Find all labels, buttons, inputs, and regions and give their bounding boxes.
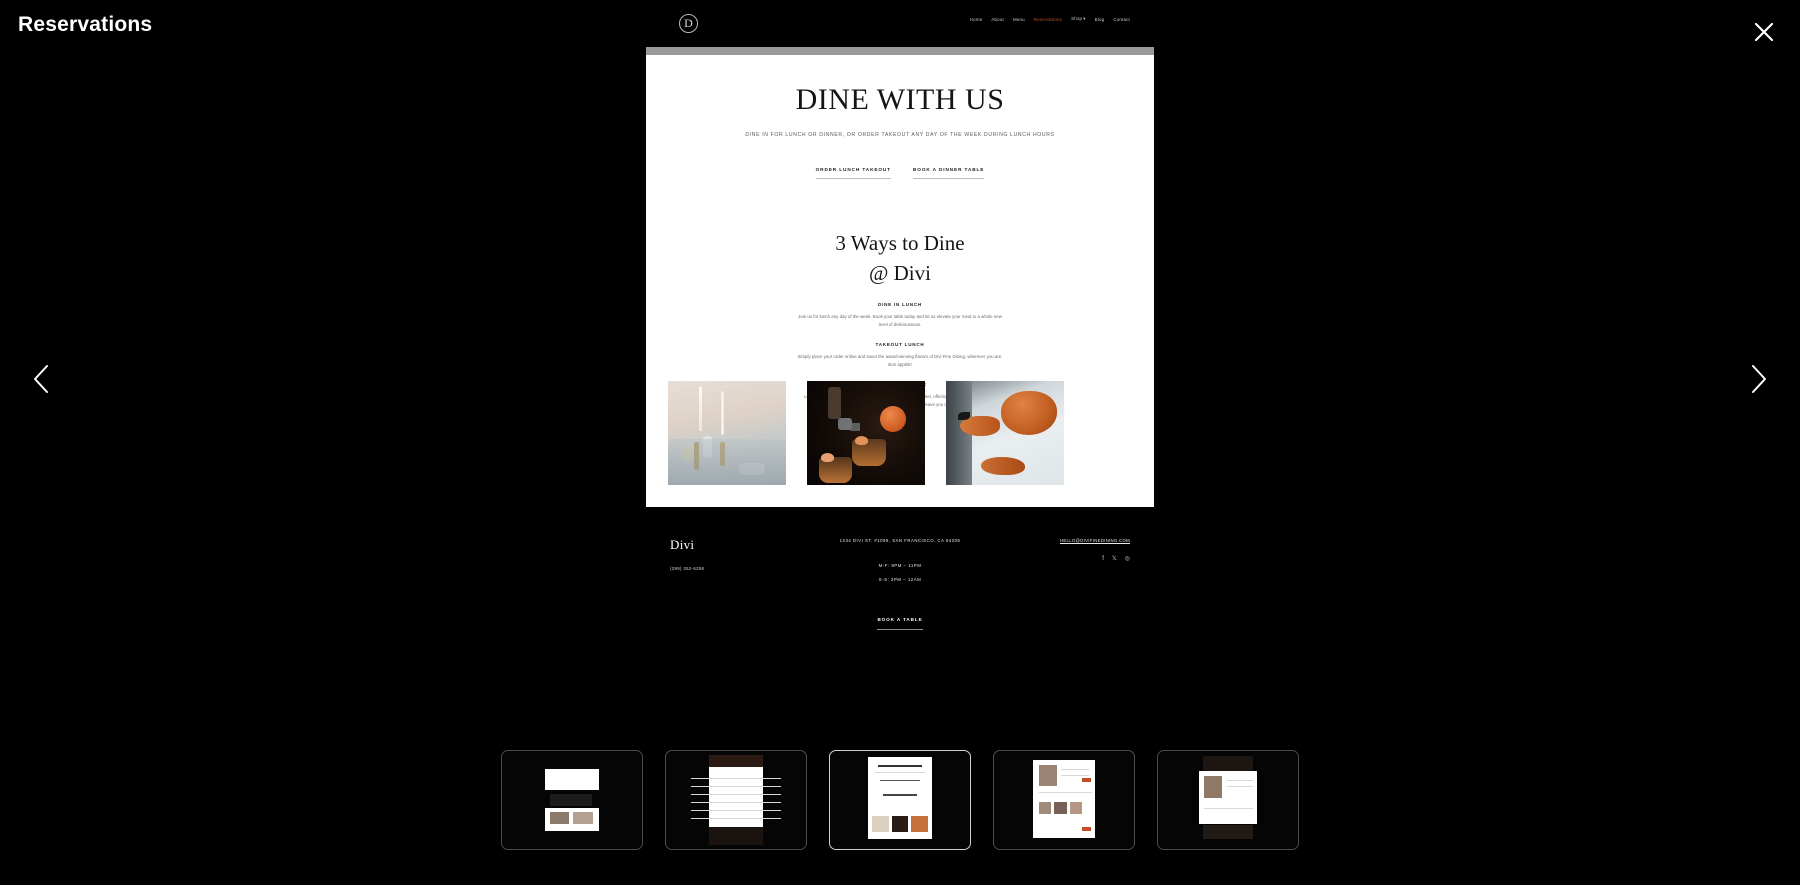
thumbnail-blog[interactable] xyxy=(993,750,1135,850)
thumbnail-menu[interactable] xyxy=(665,750,807,850)
footer-hours-weekday: M-F: 9PM – 11PM xyxy=(878,563,922,568)
nav-item-about[interactable]: About xyxy=(991,17,1004,22)
thumbnail-strip xyxy=(0,750,1800,850)
nav-links: Home About Menu Reservations Shop▾ Blog … xyxy=(970,16,1130,22)
nav-item-blog[interactable]: Blog xyxy=(1095,17,1105,22)
nav-item-menu[interactable]: Menu xyxy=(1013,17,1025,22)
hero-cta-row: ORDER LUNCH TAKEOUT BOOK A DINNER TABLE xyxy=(646,167,1154,179)
way-description: Join us for lunch any day of the week. B… xyxy=(798,313,1002,327)
nav-item-contact[interactable]: Contact xyxy=(1113,17,1130,22)
hero-heading: DINE WITH US xyxy=(795,83,1005,116)
order-lunch-takeout-button[interactable]: ORDER LUNCH TAKEOUT xyxy=(815,167,891,179)
footer-cta: BOOK A TABLE xyxy=(646,608,1154,630)
next-arrow-icon[interactable] xyxy=(1742,362,1772,396)
instagram-icon[interactable]: ◎ xyxy=(1125,555,1130,562)
divi-logo-icon[interactable]: D xyxy=(679,14,698,33)
gallery-image-table-setting xyxy=(668,381,786,485)
previous-arrow-icon[interactable] xyxy=(28,362,58,396)
way-description: Simply place your order online and savor… xyxy=(797,354,1003,368)
site-preview: D Home About Menu Reservations Shop▾ Blo… xyxy=(646,0,1154,730)
nav-item-shop[interactable]: Shop▾ xyxy=(1071,16,1086,22)
footer-email-link[interactable]: HELLO@DIVIFINEDINING.COM xyxy=(1060,538,1130,543)
hero-subheading: DINE IN FOR LUNCH OR DINNER, OR ORDER TA… xyxy=(745,132,1055,138)
way-item-dine-in: DINE IN LUNCH Join us for lunch any day … xyxy=(646,302,1154,329)
facebook-icon[interactable]: f xyxy=(1102,556,1104,562)
chevron-down-icon: ▾ xyxy=(1083,16,1086,21)
book-a-table-button[interactable]: BOOK A TABLE xyxy=(877,617,923,630)
site-footer: Divi (299) 352-6258 1234 DIVI ST. #1099,… xyxy=(646,507,1154,730)
footer-social-links: f 𝕏 ◎ xyxy=(1102,555,1130,563)
way-title: DINE IN LUNCH xyxy=(878,301,922,307)
nav-item-reservations[interactable]: Reservations xyxy=(1034,17,1062,22)
ways-heading: 3 Ways to Dine @ Divi xyxy=(835,230,965,286)
gallery-image-crab xyxy=(946,381,1064,485)
x-twitter-icon[interactable]: 𝕏 xyxy=(1112,555,1117,562)
book-dinner-table-button[interactable]: BOOK A DINNER TABLE xyxy=(912,167,985,179)
close-icon[interactable] xyxy=(1750,18,1778,46)
nav-item-home[interactable]: Home xyxy=(970,17,983,22)
thumbnail-contact[interactable] xyxy=(1157,750,1299,850)
gallery-image-cocktails xyxy=(807,381,925,485)
way-title: TAKEOUT LUNCH xyxy=(875,342,925,348)
footer-hours-weekend: S-S: 3PM – 12AM xyxy=(878,577,922,582)
thumbnail-reservations[interactable] xyxy=(829,750,971,850)
site-page-body: DINE WITH US DINE IN FOR LUNCH OR DINNER… xyxy=(646,55,1154,507)
way-item-takeout: TAKEOUT LUNCH Simply place your order on… xyxy=(646,342,1154,369)
thumbnail-home[interactable] xyxy=(501,750,643,850)
scroll-strip xyxy=(646,47,1154,55)
site-navbar: D Home About Menu Reservations Shop▾ Blo… xyxy=(646,0,1154,47)
gallery-section xyxy=(668,381,1064,485)
hero-section: DINE WITH US DINE IN FOR LUNCH OR DINNER… xyxy=(646,55,1154,179)
page-title: Reservations xyxy=(18,13,153,36)
footer-hours: M-F: 9PM – 11PM S-S: 3PM – 12AM xyxy=(646,563,1154,591)
lightbox-viewer: Reservations D Home About Menu Reservati… xyxy=(0,0,1800,885)
